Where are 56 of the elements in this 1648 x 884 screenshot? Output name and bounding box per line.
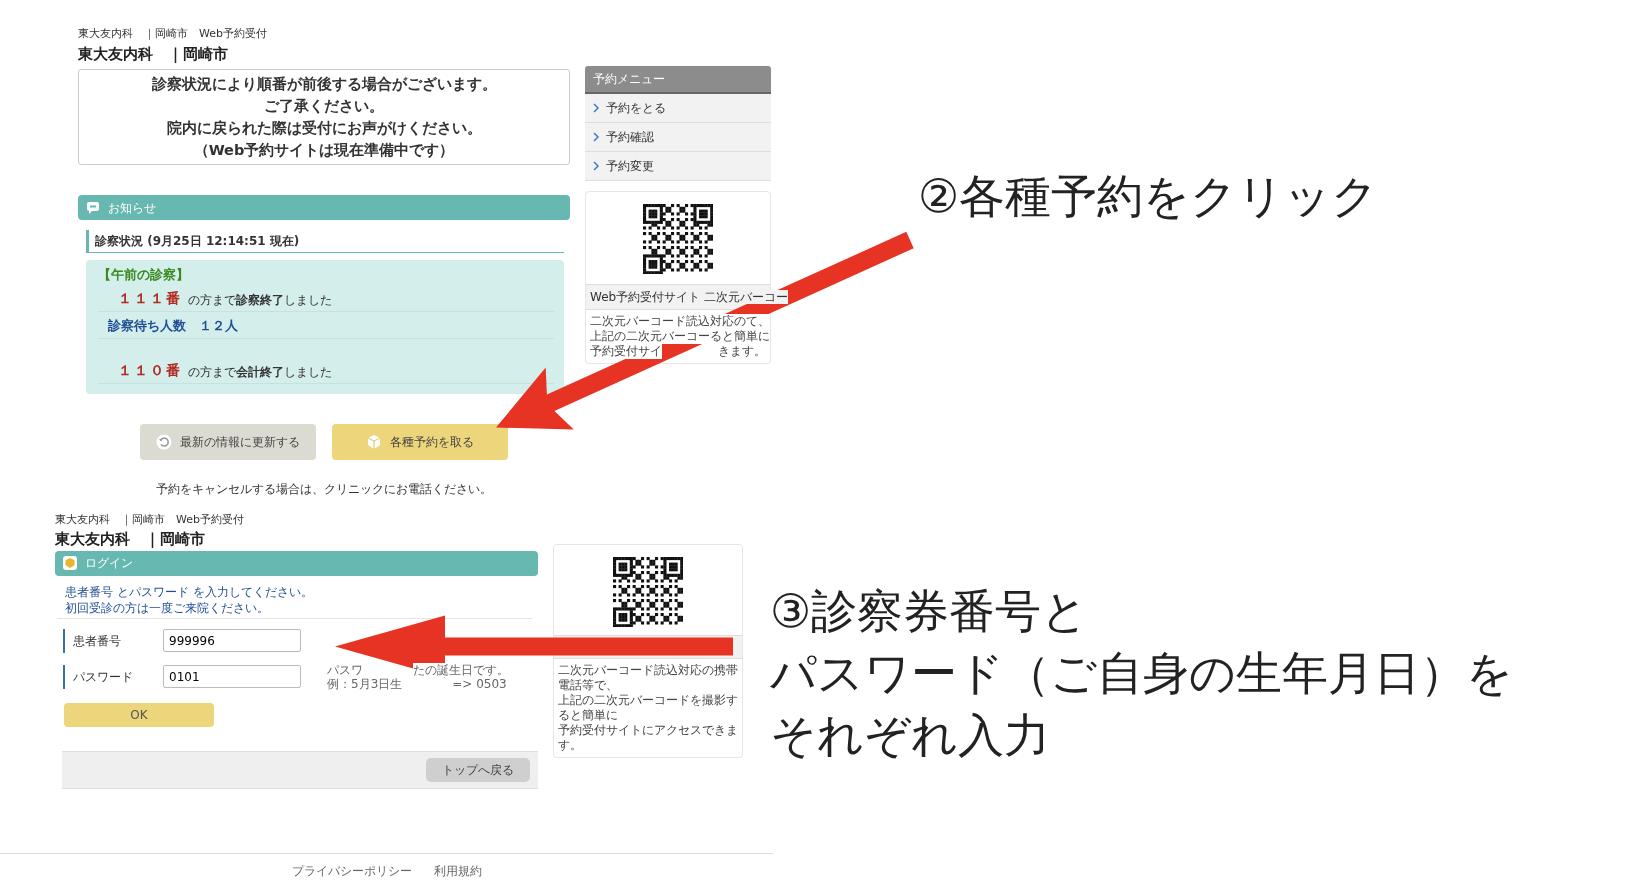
status-heading: 診察状況 (9月25日 12:14:51 現在) — [86, 230, 564, 253]
breadcrumb: 東大友内科 ｜岡崎市 Web予約受付 — [55, 511, 245, 528]
notice-line: 院内に戻られた際は受付にお声がけください。 — [165, 119, 483, 138]
instruction-text: 初回受診の方は一度ご来院ください。 — [64, 599, 270, 616]
qr-description: 上記の二次元バーコー — [590, 329, 710, 344]
hint-text: 例：5月3日生 — [327, 676, 403, 691]
queue-number: １１０番 — [118, 360, 182, 380]
page-title: 東大友内科 ｜岡崎市 — [55, 529, 206, 550]
menu-item[interactable]: 予約変更 — [585, 152, 771, 181]
input-field[interactable]: 999996 — [163, 629, 301, 652]
hint-text: パスワ — [327, 662, 363, 677]
footer-link[interactable]: プライバシーポリシー — [291, 862, 412, 880]
ok-button[interactable]: OK — [64, 702, 214, 727]
notice-line: （Web予約サイトは現在準備中です） — [192, 141, 456, 160]
menu-item[interactable]: 予約確認 — [585, 123, 771, 152]
cube-icon — [63, 556, 77, 570]
refresh-icon — [156, 433, 172, 450]
annotation-text: ③診察券番号と — [770, 583, 1090, 640]
session-heading: 【午前の診察】 — [98, 266, 190, 284]
menu-item[interactable]: 予約をとる — [585, 94, 771, 123]
chevron-icon — [593, 161, 600, 171]
breadcrumb: 東大友内科 ｜岡崎市 Web予約受付 — [78, 26, 268, 42]
reserve-button[interactable]: 各種予約を取る — [332, 423, 508, 460]
refresh-button[interactable]: 最新の情報に更新する — [140, 423, 316, 460]
instruction-text: 患者番号 とパスワード を入力してください。 — [64, 583, 314, 600]
queue-number: １１１番 — [118, 288, 182, 308]
back-to-top-button[interactable]: トップへ戻る — [426, 757, 530, 782]
footer-link[interactable]: 利用規約 — [433, 862, 482, 880]
qr-description: 予約受付サイトにアクセスできます。 — [558, 722, 738, 753]
chevron-icon — [593, 103, 600, 113]
qr-description: 二次元バーコード読込対応の — [590, 314, 746, 329]
chevron-icon — [593, 132, 600, 142]
waiting-count: 診察待ち人数 １２人 — [107, 316, 238, 335]
qr-caption: Web予約受付サイト 二次元バーコー — [590, 290, 788, 304]
status-text: の方まで診察終了しました — [188, 291, 332, 309]
notice-line: 診察状況により順番が前後する場合がございます。 — [150, 75, 498, 94]
page-title: 東大友内科 ｜岡崎市 — [78, 43, 229, 65]
status-text: の方まで会計終了しました — [188, 363, 332, 381]
speech-bubble-icon — [86, 201, 100, 214]
cancel-note: 予約をキャンセルする場合は、クリニックにお電話ください。 — [155, 480, 493, 498]
annotation-text: それぞれ入力 — [770, 707, 1051, 764]
annotation-text: パスワード（ご自身の生年月日）を — [770, 645, 1513, 702]
qr-code — [613, 556, 683, 627]
qr-description: 予約受付サイ — [590, 344, 662, 359]
menu-title: 予約メニュー — [585, 66, 771, 94]
qr-description: ると簡単に — [710, 329, 770, 344]
annotation-text: ②各種予約をクリック — [918, 168, 1379, 225]
notice-line: ご了承ください。 — [263, 97, 385, 116]
news-header: お知らせ — [108, 199, 156, 217]
input-field[interactable]: 0101 — [163, 665, 301, 688]
cube-icon — [366, 433, 382, 450]
qr-description: 二次元バーコード読込対応の携帯電話等で、 — [558, 662, 738, 693]
qr-description: て、 — [746, 314, 770, 329]
qr-description: 上記の二次元バーコードを撮影すると簡単に — [558, 692, 738, 723]
qr-code — [643, 204, 713, 274]
login-header: ログイン — [85, 555, 133, 572]
